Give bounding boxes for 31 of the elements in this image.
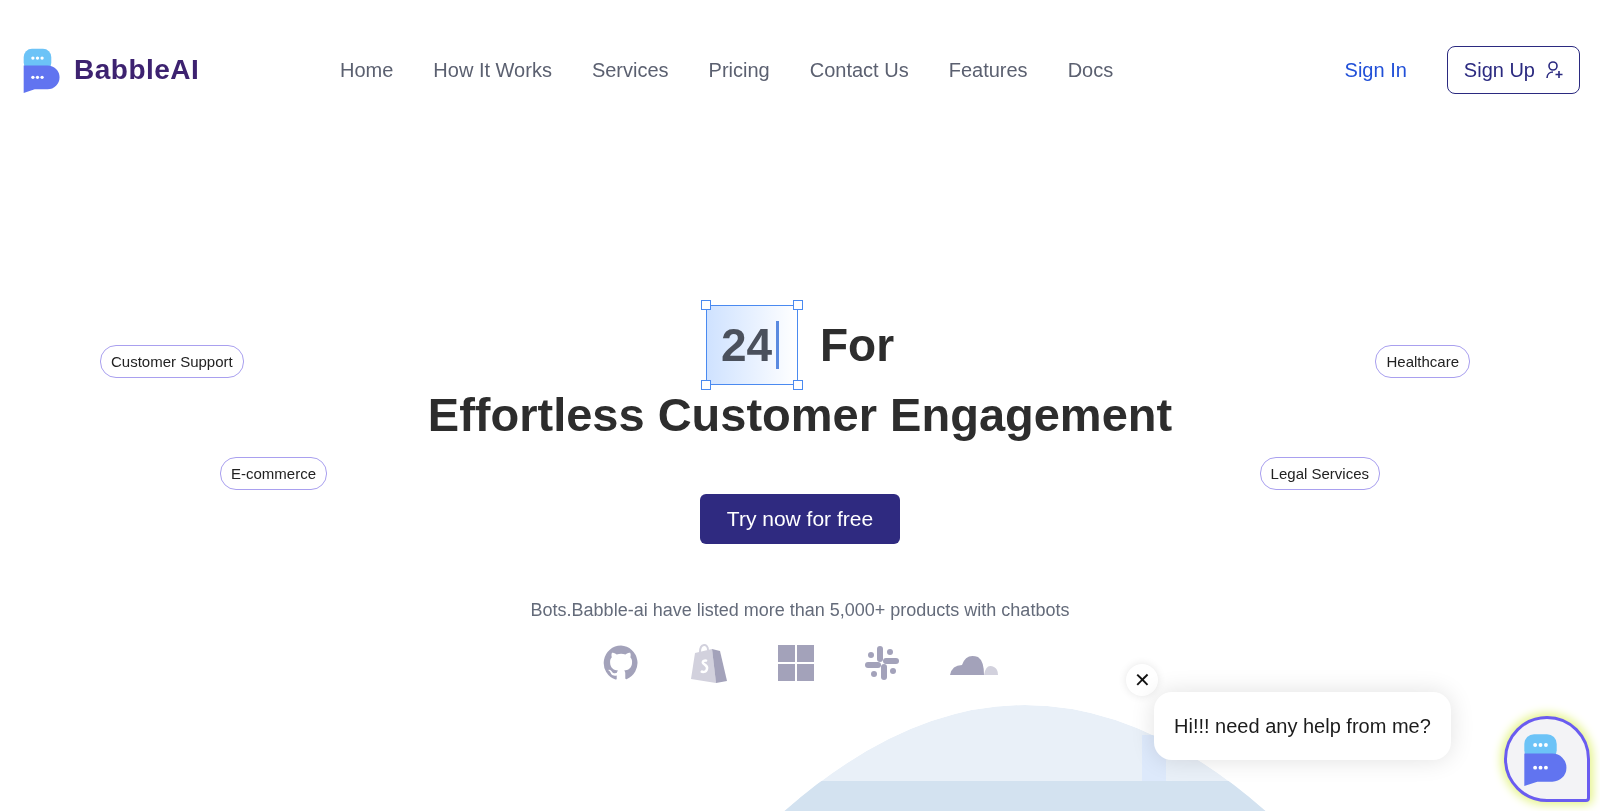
nav-link[interactable]: Services xyxy=(591,58,669,82)
category-tag: Healthcare xyxy=(1375,345,1470,378)
category-tag: E-commerce xyxy=(220,457,327,490)
slack-icon xyxy=(864,645,900,681)
try-free-button[interactable]: Try now for free xyxy=(700,494,900,544)
nav-link[interactable]: Pricing xyxy=(708,58,770,82)
sign-in-link[interactable]: Sign In xyxy=(1344,58,1407,82)
nav-link[interactable]: How It Works xyxy=(433,58,552,82)
resize-handle[interactable] xyxy=(700,380,711,390)
subtitle-text: Bots.Babble-ai have listed more than 5,000+ products with chatbots xyxy=(530,600,1070,621)
nav-link[interactable]: Docs xyxy=(1067,58,1114,82)
shopping-bag-icon xyxy=(690,643,728,683)
sign-up-button[interactable]: Sign Up xyxy=(1446,46,1580,94)
category-tag: Customer Support xyxy=(100,345,244,378)
typed-word: 24 xyxy=(720,321,780,369)
nav-link[interactable]: Contact Us xyxy=(809,58,909,82)
windows-icon xyxy=(778,645,814,681)
headline-text: Effortless Customer Engagement xyxy=(427,387,1173,442)
resize-handle[interactable] xyxy=(792,380,803,390)
add-user-icon xyxy=(1545,60,1565,80)
chat-message: Hi!!! need any help from me? xyxy=(1154,692,1451,760)
chat-launcher[interactable] xyxy=(1504,716,1590,802)
github-icon xyxy=(602,644,640,682)
nav-link[interactable]: Home xyxy=(340,58,394,82)
category-tag: Legal Services xyxy=(1259,457,1380,490)
nav-link[interactable]: Features xyxy=(948,58,1028,82)
resize-handle[interactable] xyxy=(792,300,803,310)
close-button[interactable]: ✕ xyxy=(1126,664,1158,696)
resize-handle[interactable] xyxy=(700,300,711,310)
headline-text: For xyxy=(819,318,895,372)
logo-text[interactable]: BabbleAI xyxy=(74,54,200,86)
